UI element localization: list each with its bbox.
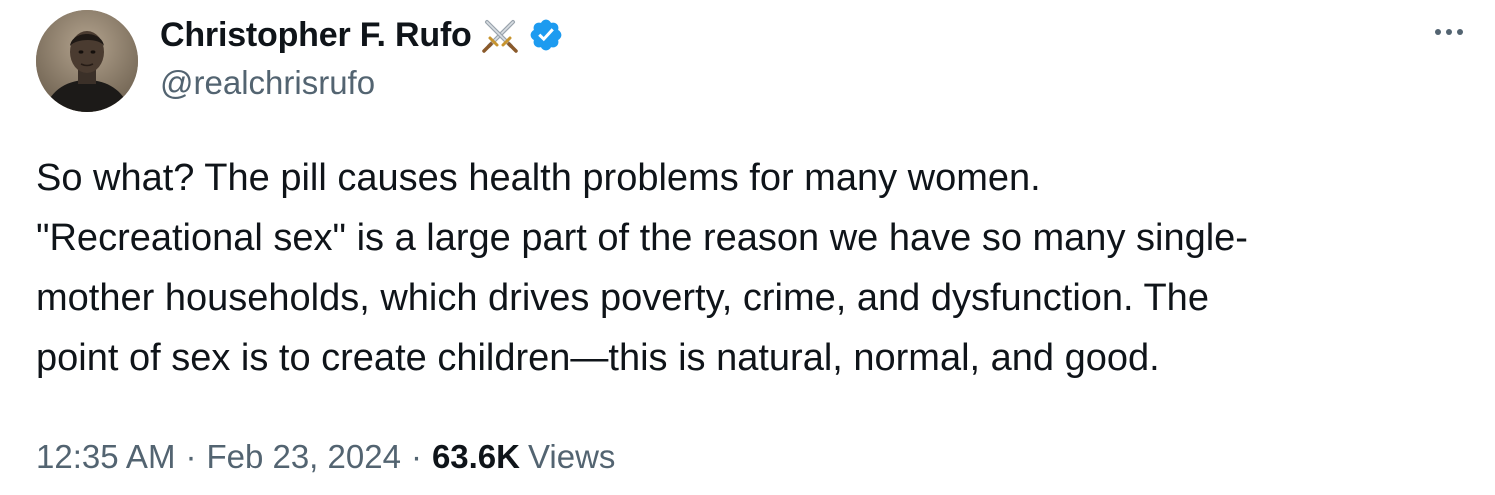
more-options-icon	[1435, 29, 1441, 35]
tweet-time[interactable]: 12:35 AM	[36, 438, 175, 476]
tweet-text-line: "Recreational sex" is a large part of th…	[36, 217, 1248, 259]
tweet-card: Christopher F. Rufo @realchrisrufo So wh…	[0, 0, 1495, 495]
views-label: Views	[528, 438, 616, 475]
avatar-image	[36, 10, 138, 112]
more-options-icon	[1446, 29, 1452, 35]
more-options-button[interactable]	[1429, 20, 1469, 44]
tweet-text-line: So what? The pill causes health problems…	[36, 157, 1041, 199]
author-name-row: Christopher F. Rufo	[160, 12, 564, 58]
more-options-icon	[1457, 29, 1463, 35]
tweet-text-line: mother households, which drives poverty,…	[36, 277, 1209, 319]
views-count: 63.6K	[431, 438, 520, 475]
meta-separator: ·	[410, 438, 422, 475]
crossed-swords-icon	[480, 15, 520, 55]
tweet-meta: 12:35 AM · Feb 23, 2024 · 63.6K Views	[36, 432, 615, 482]
verified-badge-icon[interactable]	[528, 17, 564, 53]
tweet-text-line: point of sex is to create children—this …	[36, 337, 1160, 379]
tweet-date[interactable]: Feb 23, 2024	[206, 438, 401, 476]
avatar[interactable]	[36, 10, 138, 112]
author-handle[interactable]: @realchrisrufo	[160, 64, 375, 102]
meta-separator: ·	[185, 438, 197, 475]
author-display-name[interactable]: Christopher F. Rufo	[160, 16, 472, 55]
tweet-text: So what? The pill causes health problems…	[36, 148, 1466, 388]
